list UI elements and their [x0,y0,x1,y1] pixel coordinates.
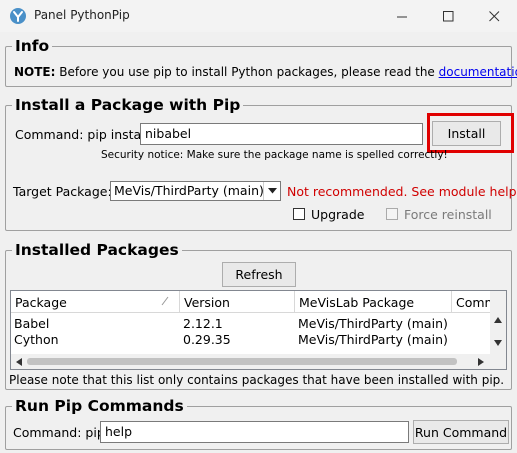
python-app-icon [10,8,26,24]
minimize-button[interactable] [379,0,425,32]
maximize-icon [442,10,453,21]
column-header-comment[interactable]: Comm [452,291,490,313]
run-title: Run Pip Commands [12,397,187,415]
cell-version: 2.12.1 [183,316,223,331]
column-label-package: Package [15,295,67,310]
target-package-select[interactable]: MeVis/ThirdParty (main) [110,181,281,201]
scroll-left-icon[interactable] [16,358,22,366]
cell-version: 0.29.35 [183,332,231,347]
target-package-value: MeVis/ThirdParty (main) [114,183,264,198]
note-label: NOTE: [14,65,56,79]
column-header-version[interactable]: Version [180,291,295,313]
cell-mevislab-package: MeVis/ThirdParty (main) [298,332,448,347]
security-notice: Security notice: Make sure the package n… [101,149,448,161]
scroll-down-icon[interactable] [494,340,502,346]
install-button[interactable]: Install [432,121,501,146]
sort-indicator-icon [161,296,169,306]
column-header-mevislab-package[interactable]: MeVisLab Package [295,291,452,313]
minimize-icon [396,16,407,17]
force-reinstall-checkbox[interactable] [386,208,398,220]
cell-package: Cython [14,332,59,347]
run-command-label: Command: pip [13,425,105,440]
refresh-button[interactable]: Refresh [222,262,296,287]
package-name-input[interactable]: nibabel [140,123,423,145]
run-command-button[interactable]: Run Command [413,420,509,444]
info-note: NOTE: Before you use pip to install Pyth… [14,65,517,80]
cell-package: Babel [14,316,50,331]
force-reinstall-label: Force reinstall [404,207,492,222]
packages-table: Package Version MeVisLab Package Comm Ba… [10,290,507,370]
close-button[interactable] [471,0,517,32]
install-title: Install a Package with Pip [12,96,244,114]
target-warning: Not recommended. See module help. [287,184,517,199]
upgrade-label: Upgrade [311,207,365,222]
documentation-link[interactable]: documentation [439,65,517,79]
command-label: Command: pip install [15,127,149,142]
installed-title: Installed Packages [12,241,182,259]
horizontal-scrollbar[interactable] [11,354,506,369]
target-label: Target Package: [13,184,112,199]
note-text: Before you use pip to install Python pac… [55,65,439,79]
scroll-up-icon[interactable] [494,317,502,323]
scroll-right-icon[interactable] [478,358,484,366]
cell-mevislab-package: MeVis/ThirdParty (main) [298,316,448,331]
horizontal-scroll-thumb[interactable] [27,358,457,365]
installed-footnote: Please note that this list only contains… [9,373,505,387]
chevron-down-icon [263,182,280,200]
vertical-scrollbar[interactable] [490,291,506,354]
maximize-button[interactable] [425,0,471,32]
column-header-package[interactable]: Package [11,291,180,313]
window-title: Panel PythonPip [34,8,130,22]
upgrade-checkbox[interactable] [293,208,305,220]
pip-command-input[interactable]: help [100,421,409,443]
info-title: Info [12,37,53,55]
close-icon [488,10,499,21]
